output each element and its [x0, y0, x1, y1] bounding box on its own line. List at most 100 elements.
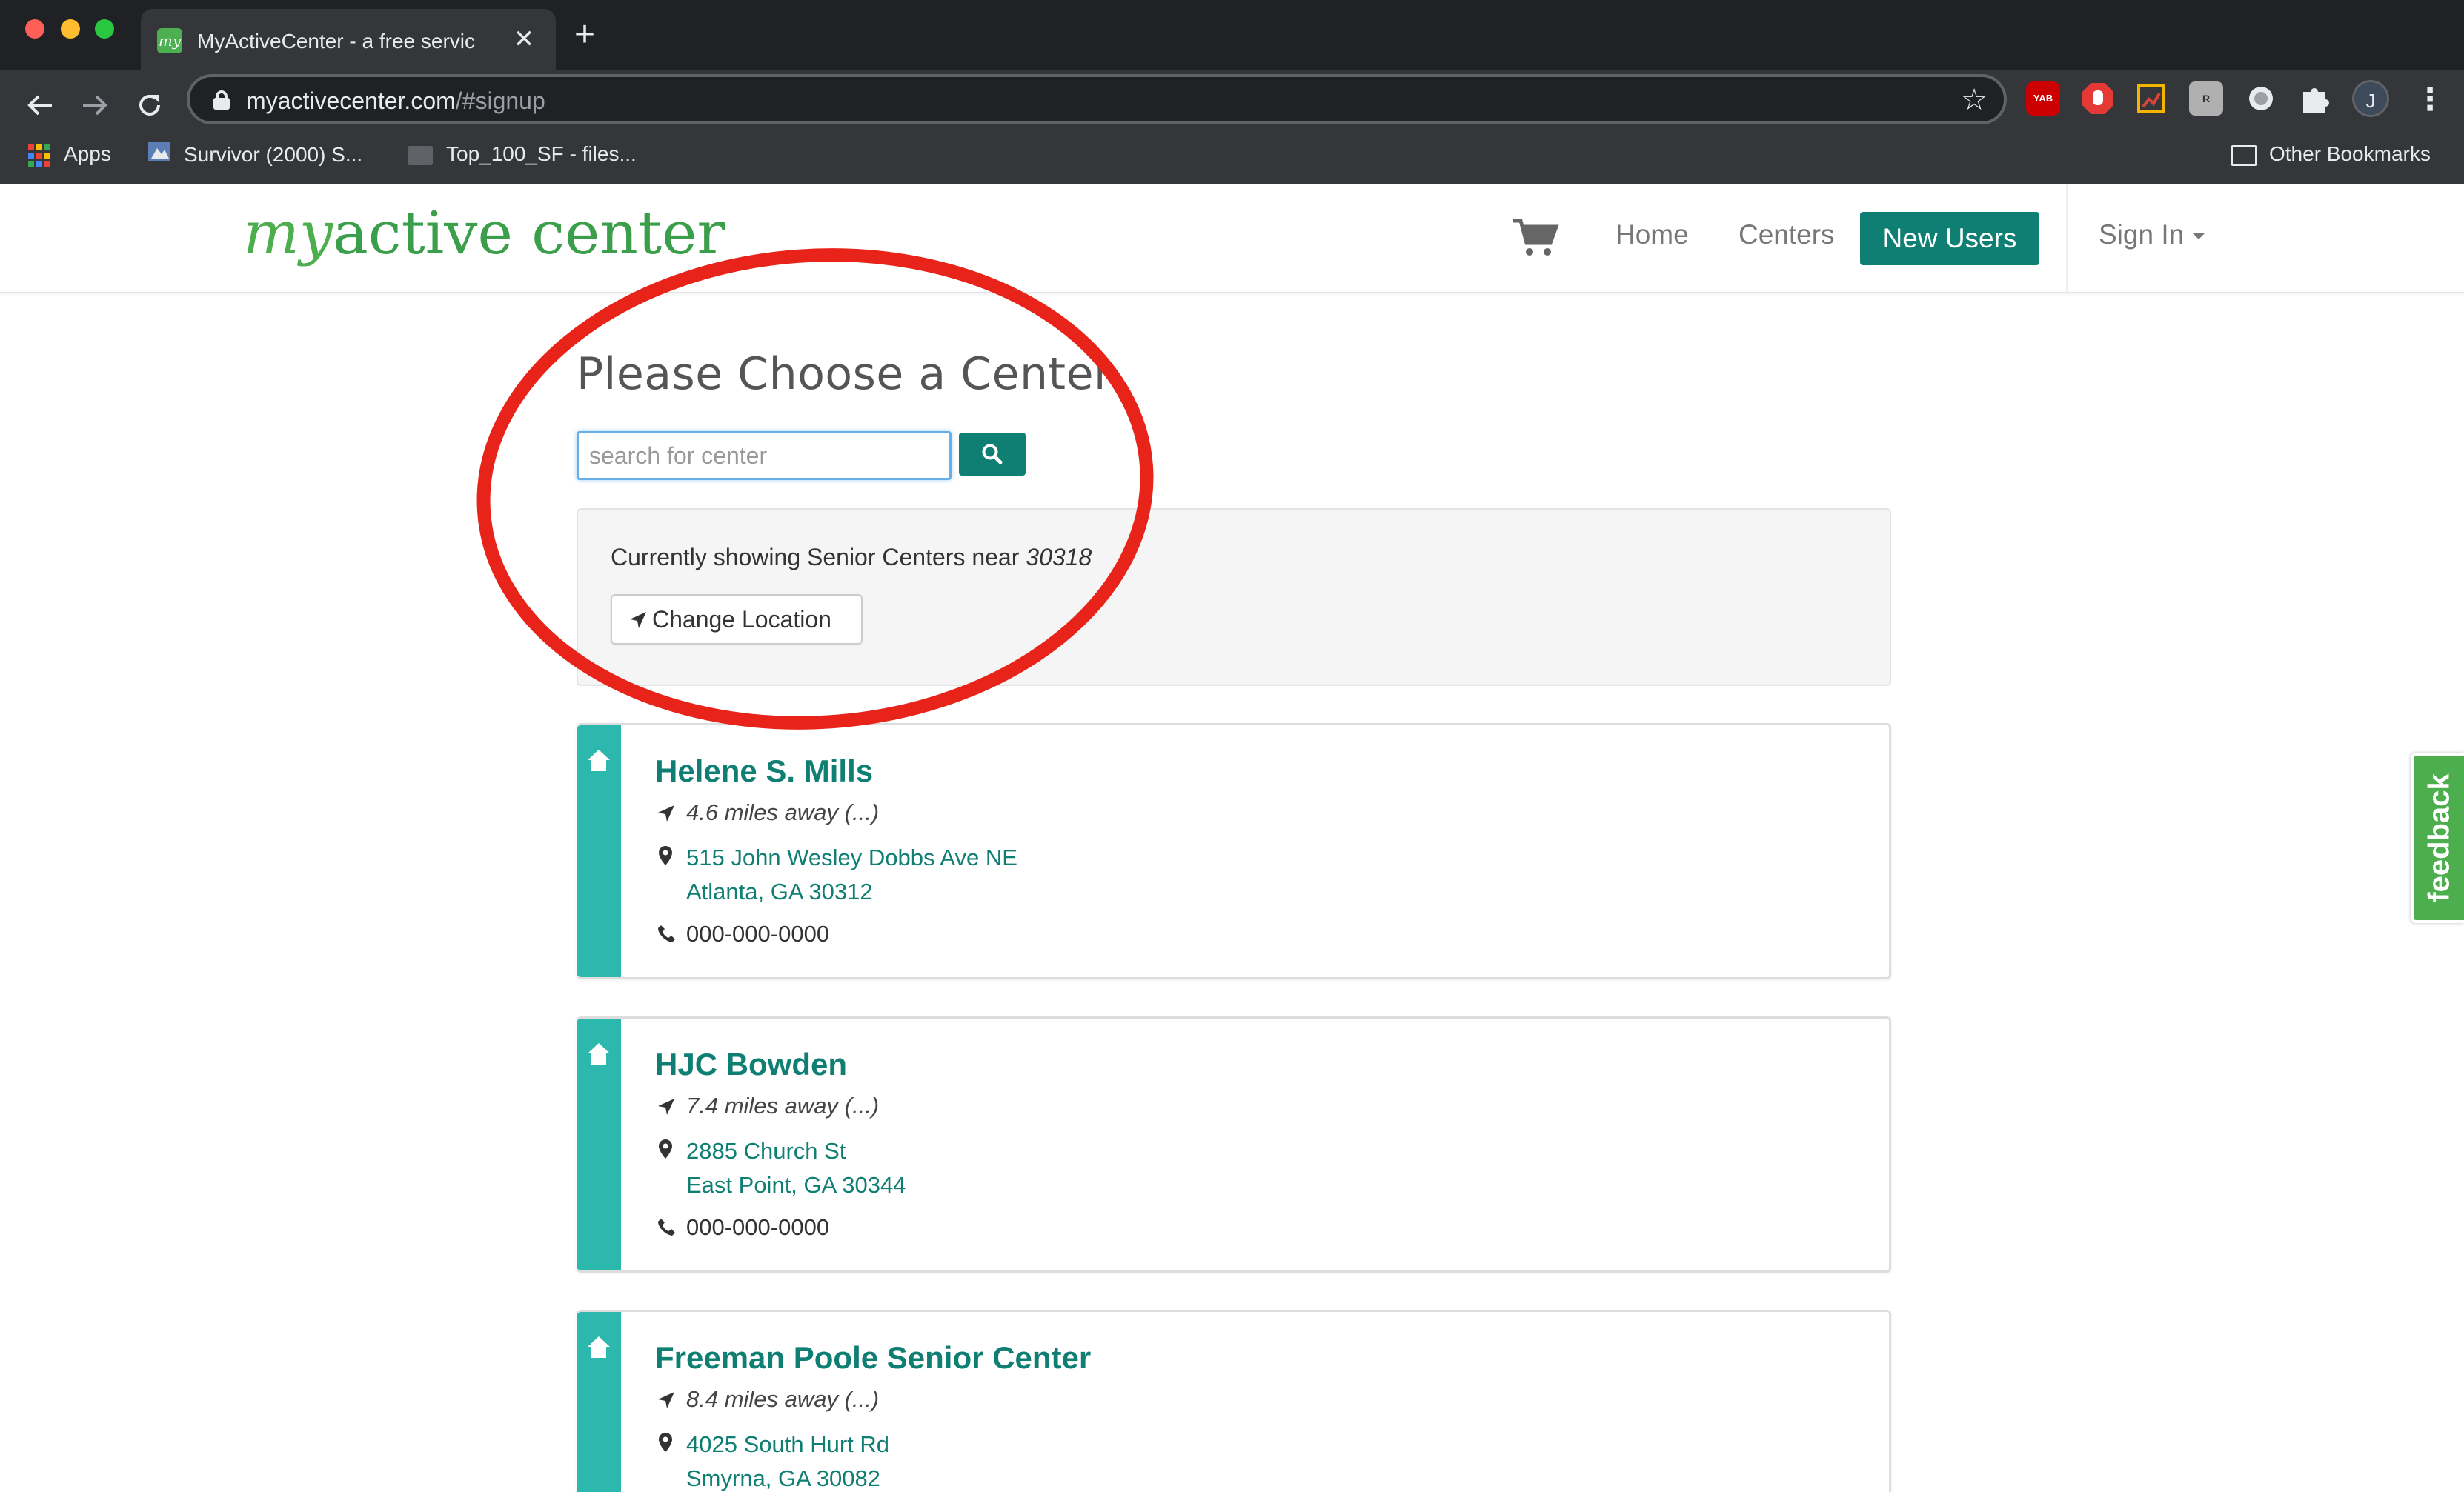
logo-my: my [243, 199, 333, 267]
center-card[interactable]: Freeman Poole Senior Center 8.4 miles aw… [577, 1310, 1891, 1492]
url-path: /#signup [455, 87, 545, 114]
new-tab-button[interactable]: + [566, 16, 603, 53]
location-status: Currently showing Senior Centers near 30… [611, 544, 1092, 571]
bookmark-other-bookmarks[interactable]: Other Bookmarks [2231, 139, 2431, 169]
window-zoom-button[interactable] [95, 19, 114, 39]
search-button[interactable] [959, 433, 1026, 476]
survivor-favicon-icon [147, 139, 172, 173]
center-address-link[interactable]: 515 John Wesley Dobbs Ave NE Atlanta, GA… [655, 841, 1017, 909]
home-icon [588, 1336, 610, 1358]
address-line2: East Point, GA 30344 [686, 1172, 906, 1198]
window-close-button[interactable] [25, 19, 44, 39]
change-location-label: Change Location [652, 606, 831, 633]
logo-rest: active center [333, 199, 725, 267]
center-search-input[interactable] [577, 431, 952, 480]
reload-icon[interactable] [127, 83, 172, 127]
nav-divider [2066, 184, 2068, 293]
apps-grid-icon [28, 144, 50, 167]
tab-close-icon[interactable]: ✕ [507, 22, 541, 56]
center-phone: 000-000-0000 [655, 921, 829, 948]
tab-title: MyActiveCenter - a free servic [197, 30, 475, 53]
location-arrow-icon [630, 612, 646, 628]
nav-sign-in-dropdown[interactable]: Sign In [2099, 219, 2205, 250]
phone-icon [658, 925, 675, 942]
sign-in-label: Sign In [2099, 219, 2185, 250]
address-line2: Atlanta, GA 30312 [686, 879, 873, 905]
nav-new-users-button[interactable]: New Users [1860, 212, 2039, 265]
map-marker-icon [659, 1433, 672, 1452]
reader-extension-icon[interactable]: R [2189, 81, 2223, 116]
adblock-extension-icon[interactable] [2081, 81, 2115, 116]
phone-icon [658, 1219, 675, 1236]
site-favicon-icon: my [157, 28, 182, 53]
browser-tab-strip: my MyActiveCenter - a free servic ✕ + [0, 0, 2464, 70]
distance-text: 7.4 miles away (...) [686, 1093, 880, 1119]
distance-text: 8.4 miles away (...) [686, 1386, 880, 1412]
distance-text: 4.6 miles away (...) [686, 799, 880, 825]
bookmark-survivor-label: Survivor (2000) S... [184, 142, 363, 166]
caret-down-icon [2193, 233, 2205, 240]
home-icon [588, 1043, 610, 1065]
location-zip: 30318 [1026, 544, 1092, 570]
map-marker-icon [659, 1139, 672, 1159]
address-line1: 4025 South Hurt Rd [686, 1431, 890, 1457]
phone-text: 000-000-0000 [686, 1214, 830, 1240]
feedback-tab[interactable]: feedback [2411, 753, 2464, 923]
center-distance: 8.4 miles away (...) [655, 1386, 879, 1413]
address-line1: 2885 Church St [686, 1138, 846, 1164]
folder-icon [408, 145, 433, 165]
palette-extension-icon[interactable] [2134, 81, 2168, 116]
nav-home-link[interactable]: Home [1615, 219, 1689, 250]
bookmark-apps-label: Apps [64, 142, 111, 165]
circle-extension-icon[interactable] [2244, 81, 2278, 116]
card-stripe [577, 1019, 621, 1270]
phone-text: 000-000-0000 [686, 921, 830, 947]
location-arrow-icon [658, 1392, 674, 1408]
window-minimize-button[interactable] [61, 19, 80, 39]
url-host: myactivecenter.com [246, 87, 456, 114]
center-card[interactable]: HJC Bowden 7.4 miles away (...) 2885 Chu… [577, 1016, 1891, 1273]
bookmarks-bar: Apps Survivor (2000) S... Top_100_SF - f… [0, 124, 2464, 184]
folder-outline-icon [2231, 144, 2257, 166]
address-bar[interactable]: myactivecenter.com/#signup ☆ [187, 74, 2007, 124]
change-location-button[interactable]: Change Location [611, 594, 863, 645]
center-address-link[interactable]: 4025 South Hurt Rd Smyrna, GA 30082 [655, 1428, 889, 1492]
bookmark-star-icon[interactable]: ☆ [1961, 84, 1988, 116]
location-arrow-icon [658, 1099, 674, 1115]
back-arrow-icon[interactable] [18, 83, 62, 127]
center-name-link[interactable]: HJC Bowden [655, 1047, 847, 1082]
browser-menu-icon[interactable]: ⋮ [2414, 80, 2445, 119]
site-navbar: myactive center Home Centers New Users S… [0, 184, 2464, 293]
shopping-cart-icon[interactable] [1512, 216, 1559, 258]
map-marker-icon [659, 846, 672, 865]
bookmark-top100-label: Top_100_SF - files... [446, 142, 637, 165]
home-icon [588, 750, 610, 771]
location-panel: Currently showing Senior Centers near 30… [577, 508, 1891, 686]
lock-icon[interactable] [213, 90, 230, 110]
center-name-link[interactable]: Freeman Poole Senior Center [655, 1340, 1091, 1376]
location-status-text: Currently showing Senior Centers near [611, 544, 1020, 570]
card-stripe [577, 725, 621, 977]
yab-extension-icon[interactable]: YAB [2026, 81, 2060, 116]
center-address-link[interactable]: 2885 Church St East Point, GA 30344 [655, 1134, 906, 1202]
profile-avatar[interactable]: J [2352, 80, 2389, 117]
other-bookmarks-label: Other Bookmarks [2269, 142, 2431, 165]
address-line1: 515 John Wesley Dobbs Ave NE [686, 845, 1017, 870]
card-stripe [577, 1312, 621, 1492]
forward-arrow-icon[interactable] [73, 83, 117, 127]
location-arrow-icon [658, 805, 674, 822]
page-title: Please Choose a Center [577, 348, 1113, 400]
feedback-label: feedback [2423, 773, 2455, 902]
bookmark-apps[interactable]: Apps [28, 139, 111, 169]
bookmark-top100[interactable]: Top_100_SF - files... [408, 139, 637, 169]
center-distance: 7.4 miles away (...) [655, 1093, 879, 1119]
nav-centers-link[interactable]: Centers [1739, 219, 1835, 250]
bookmark-survivor[interactable]: Survivor (2000) S... [147, 139, 362, 169]
extensions-puzzle-icon[interactable] [2297, 81, 2331, 116]
center-phone: 000-000-0000 [655, 1214, 829, 1241]
center-card[interactable]: Helene S. Mills 4.6 miles away (...) 515… [577, 723, 1891, 979]
center-name-link[interactable]: Helene S. Mills [655, 753, 873, 789]
address-line2: Smyrna, GA 30082 [686, 1465, 880, 1491]
site-logo[interactable]: myactive center [243, 199, 725, 267]
browser-tab-active[interactable]: my MyActiveCenter - a free servic ✕ [141, 9, 556, 70]
